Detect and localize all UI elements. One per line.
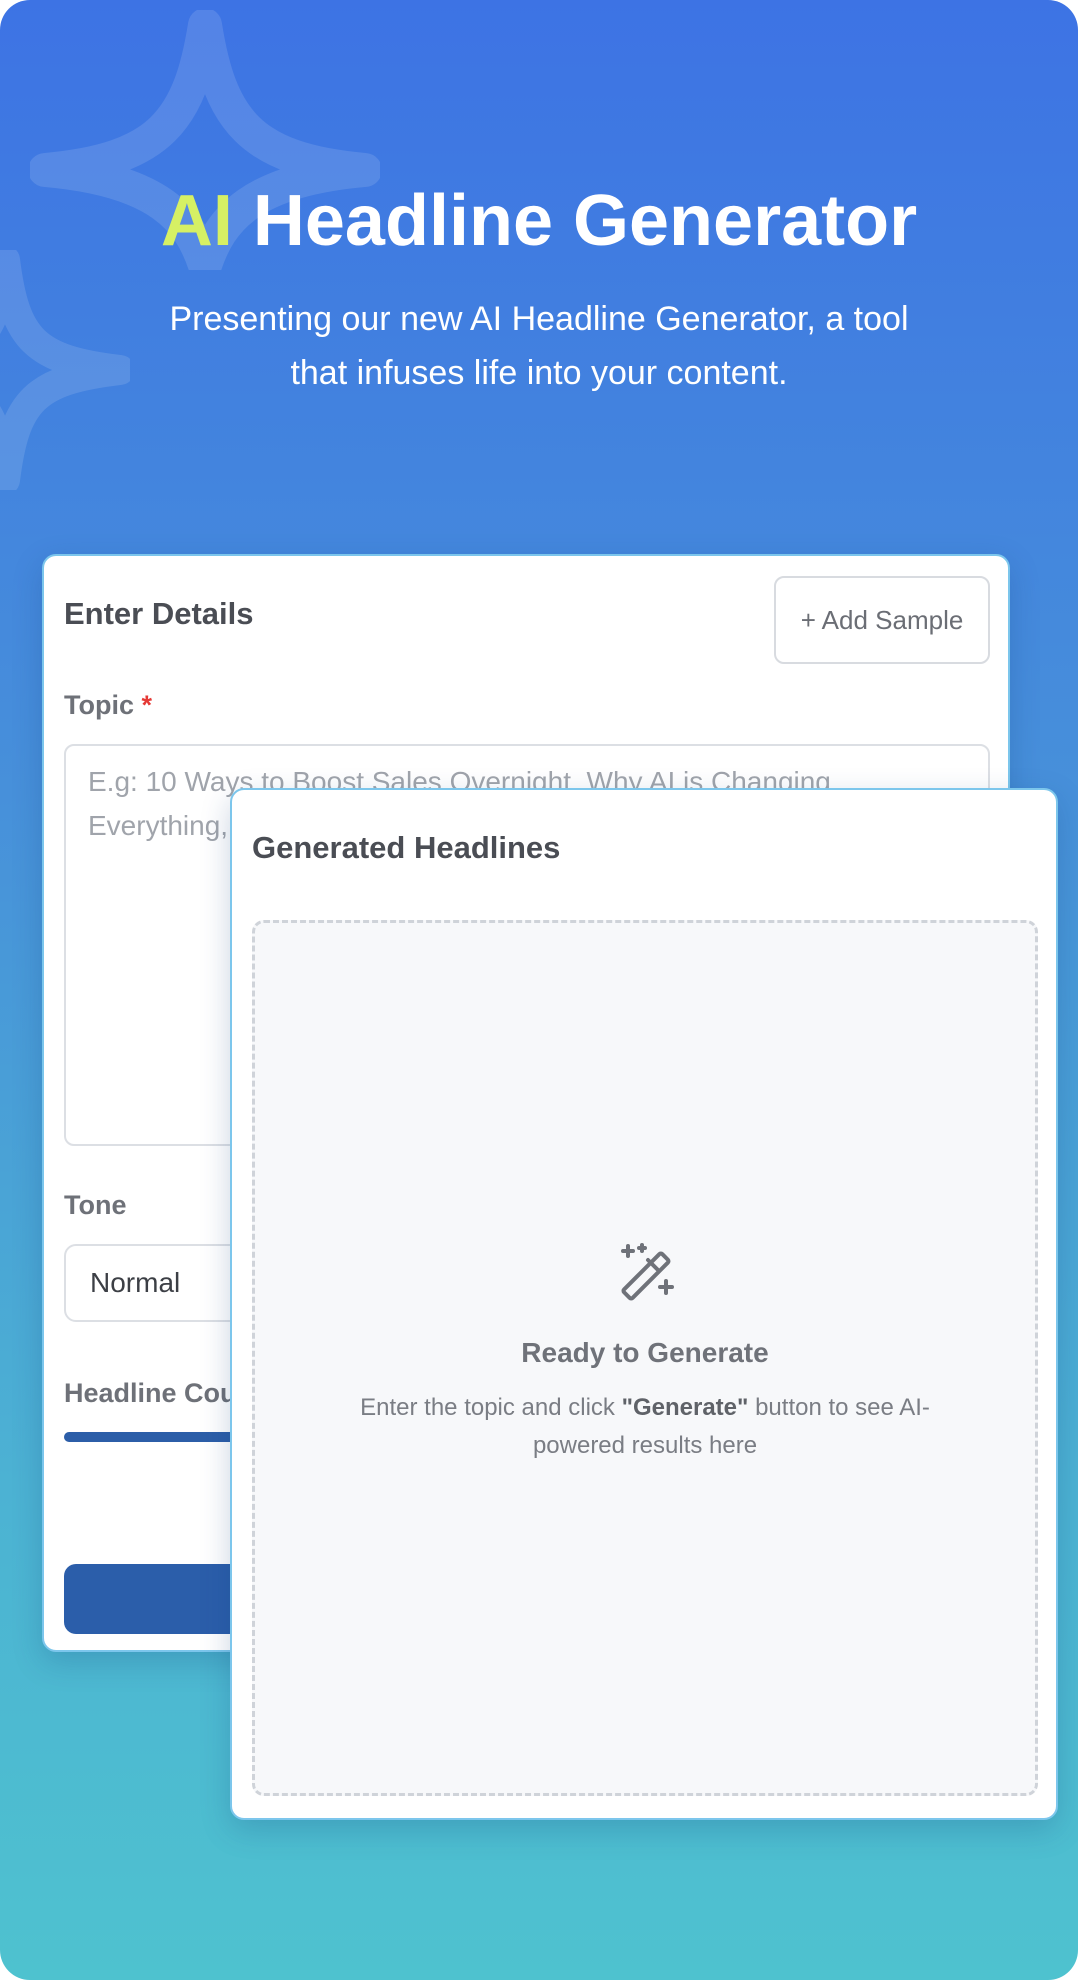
details-card-title: Enter Details bbox=[64, 596, 254, 631]
title-rest: Headline Generator bbox=[232, 181, 918, 261]
app-frame: AI Headline Generator Presenting our new… bbox=[0, 0, 1078, 1980]
topic-label-text: Topic bbox=[64, 690, 134, 720]
sparkle-decoration bbox=[0, 250, 130, 490]
topic-label: Topic * bbox=[64, 690, 152, 721]
title-accent: AI bbox=[160, 181, 233, 261]
empty-state-description: Enter the topic and click "Generate" but… bbox=[325, 1389, 965, 1465]
required-marker: * bbox=[141, 690, 153, 720]
empty-state: Ready to Generate Enter the topic and cl… bbox=[252, 920, 1038, 1796]
empty-desc-text-1: Enter the topic and click bbox=[360, 1394, 622, 1421]
tone-label: Tone bbox=[64, 1190, 127, 1220]
empty-desc-bold: "Generate" bbox=[621, 1394, 749, 1421]
results-card: Generated Headlines Ready to Generate En… bbox=[230, 788, 1058, 1820]
results-card-title: Generated Headlines bbox=[252, 830, 561, 865]
empty-state-title: Ready to Generate bbox=[521, 1337, 769, 1368]
page-title: AI Headline Generator bbox=[0, 176, 1078, 266]
page-subtitle: Presenting our new AI Headline Generator… bbox=[169, 300, 909, 392]
magic-wand-icon bbox=[621, 1243, 674, 1301]
add-sample-button[interactable]: + Add Sample bbox=[774, 576, 990, 664]
